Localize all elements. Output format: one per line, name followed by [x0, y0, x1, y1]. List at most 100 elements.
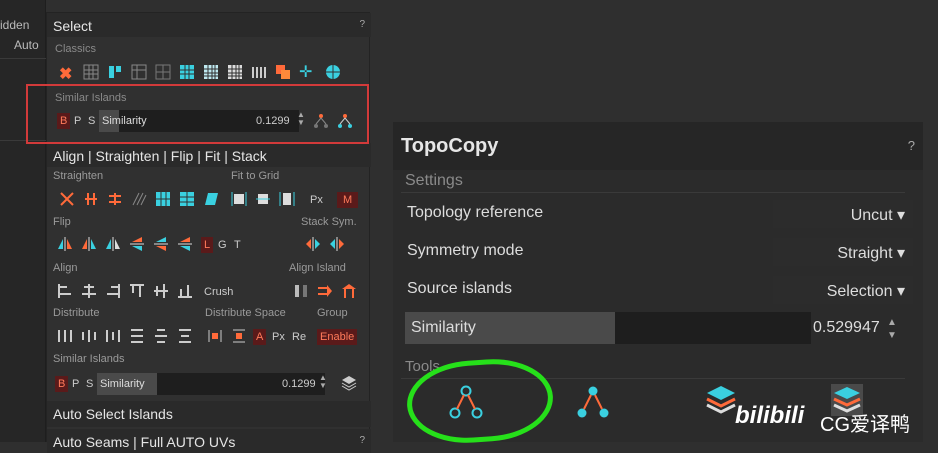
- align-island-label: Align Island: [289, 262, 346, 274]
- topocopy-title: TopoCopy: [401, 135, 499, 157]
- b-toggle[interactable]: B: [55, 376, 69, 392]
- columns-icon[interactable]: [251, 64, 267, 80]
- source-islands-dropdown[interactable]: Selection ▾: [773, 276, 913, 304]
- arrow-up-icon[interactable]: [341, 283, 357, 299]
- pattern-icon[interactable]: [107, 64, 123, 80]
- chevron-down-icon: ▾: [896, 283, 905, 300]
- similarity-label: Similarity: [97, 373, 157, 395]
- similarity-value[interactable]: 0.529947: [813, 319, 880, 337]
- help-icon[interactable]: ?: [359, 435, 365, 446]
- highlight-box: [26, 84, 369, 144]
- fit-grid-icon[interactable]: [279, 191, 295, 207]
- px-button[interactable]: Px: [307, 192, 326, 208]
- fit-to-grid-label: Fit to Grid: [231, 170, 280, 182]
- straighten-label: Straighten: [53, 170, 104, 182]
- stack-sym-icon[interactable]: [305, 236, 321, 252]
- align-title: Align | Straighten | Flip | Fit | Stack: [53, 148, 267, 164]
- crush-button[interactable]: Crush: [201, 284, 236, 300]
- straighten-icon[interactable]: [83, 191, 99, 207]
- straighten-icon[interactable]: [107, 191, 123, 207]
- classics-label: Classics: [55, 43, 96, 55]
- grid-cyan-icon[interactable]: [179, 191, 195, 207]
- topology-reference-dropdown[interactable]: Uncut ▾: [773, 200, 913, 228]
- m-button[interactable]: M: [337, 192, 359, 208]
- align-top-icon[interactable]: [129, 283, 145, 299]
- re-toggle[interactable]: Re: [289, 329, 309, 345]
- similarity-slider[interactable]: Similarity: [405, 312, 811, 344]
- layers-icon[interactable]: [705, 384, 737, 416]
- source-islands-label: Source islands: [407, 280, 512, 297]
- flip-icon[interactable]: [129, 236, 145, 252]
- globe-icon[interactable]: [325, 64, 341, 80]
- flip-icon[interactable]: [57, 236, 73, 252]
- s-toggle[interactable]: S: [83, 376, 96, 392]
- tree-icon[interactable]: [575, 384, 611, 420]
- deselect-x-icon[interactable]: ✖: [59, 64, 75, 83]
- help-icon[interactable]: ?: [908, 138, 915, 153]
- grid-white-icon[interactable]: [227, 64, 243, 80]
- grid-icon[interactable]: [155, 64, 171, 80]
- a-toggle[interactable]: A: [253, 329, 267, 345]
- fit-grid-icon[interactable]: [231, 191, 247, 207]
- grid-dense-icon[interactable]: [203, 64, 219, 80]
- topology-reference-label: Topology reference: [407, 204, 544, 221]
- align-header[interactable]: Align | Straighten | Flip | Fit | Stack: [47, 143, 371, 167]
- skew-icon[interactable]: [203, 191, 219, 207]
- distribute-icon[interactable]: [105, 328, 121, 344]
- flip-icon[interactable]: [153, 236, 169, 252]
- g-toggle[interactable]: G: [215, 237, 230, 253]
- flip-icon[interactable]: [81, 236, 97, 252]
- align-middle-icon[interactable]: [153, 283, 169, 299]
- help-icon[interactable]: ?: [359, 19, 365, 30]
- distribute-icon[interactable]: [129, 328, 145, 344]
- slant-icon[interactable]: [131, 191, 147, 207]
- stack-sym-icon[interactable]: [329, 236, 345, 252]
- stepper-icon[interactable]: ▲ ▼: [887, 316, 897, 342]
- auto-seams-title: Auto Seams | Full AUTO UVs: [53, 434, 236, 450]
- arrow-right-icon[interactable]: [317, 283, 333, 299]
- similarity-value[interactable]: 0.1299: [279, 376, 319, 392]
- distribute-space-icon[interactable]: [207, 328, 223, 344]
- straighten-icon[interactable]: [59, 191, 75, 207]
- distribute-icon[interactable]: [153, 328, 169, 344]
- px-toggle[interactable]: Px: [269, 329, 288, 345]
- symmetry-mode-label: Symmetry mode: [407, 242, 524, 259]
- align-left-icon[interactable]: [57, 283, 73, 299]
- symmetry-mode-dropdown[interactable]: Straight ▾: [773, 238, 913, 266]
- group-label: Group: [317, 307, 348, 319]
- p-toggle[interactable]: P: [69, 376, 82, 392]
- align-right-icon[interactable]: [105, 283, 121, 299]
- grid-cyan-icon[interactable]: [179, 64, 195, 80]
- overlap-icon[interactable]: [275, 64, 291, 80]
- auto-seams-header[interactable]: Auto Seams | Full AUTO UVs?: [47, 429, 371, 453]
- flip-icon[interactable]: [177, 236, 193, 252]
- t-toggle[interactable]: T: [231, 237, 244, 253]
- stepper-icon[interactable]: ▲ ▼: [319, 374, 327, 390]
- distribute-icon[interactable]: [81, 328, 97, 344]
- distribute-icon[interactable]: [177, 328, 193, 344]
- select-header[interactable]: Select?: [47, 13, 371, 37]
- tab-auto[interactable]: Auto: [14, 38, 39, 52]
- similar-islands-label: Similar Islands: [53, 353, 125, 365]
- distribute-space-icon[interactable]: [231, 328, 247, 344]
- similarity-label: Similarity: [405, 312, 615, 344]
- align-bottom-icon[interactable]: [177, 283, 193, 299]
- align-label: Align: [53, 262, 78, 274]
- enable-button[interactable]: Enable: [317, 329, 358, 345]
- l-toggle[interactable]: L: [201, 237, 214, 253]
- fit-grid-icon[interactable]: [255, 191, 271, 207]
- chevron-down-icon: ▾: [896, 245, 905, 262]
- layers-icon[interactable]: [341, 375, 357, 391]
- distribute-space-label: Distribute Space: [205, 307, 286, 319]
- auto-select-header[interactable]: Auto Select Islands: [47, 401, 371, 427]
- select-panel: Select? Classics ✖ ✛ Similar Islands B P…: [46, 12, 371, 453]
- grid-cyan-icon[interactable]: [155, 191, 171, 207]
- tab-hidden[interactable]: idden: [0, 18, 29, 32]
- distribute-icon[interactable]: [57, 328, 73, 344]
- grid-icon[interactable]: [131, 64, 147, 80]
- grid-icon[interactable]: [83, 64, 99, 80]
- crosshair-icon[interactable]: ✛: [299, 62, 315, 81]
- flip-icon[interactable]: [105, 236, 121, 252]
- align-center-icon[interactable]: [81, 283, 97, 299]
- align-island-icon[interactable]: [293, 283, 309, 299]
